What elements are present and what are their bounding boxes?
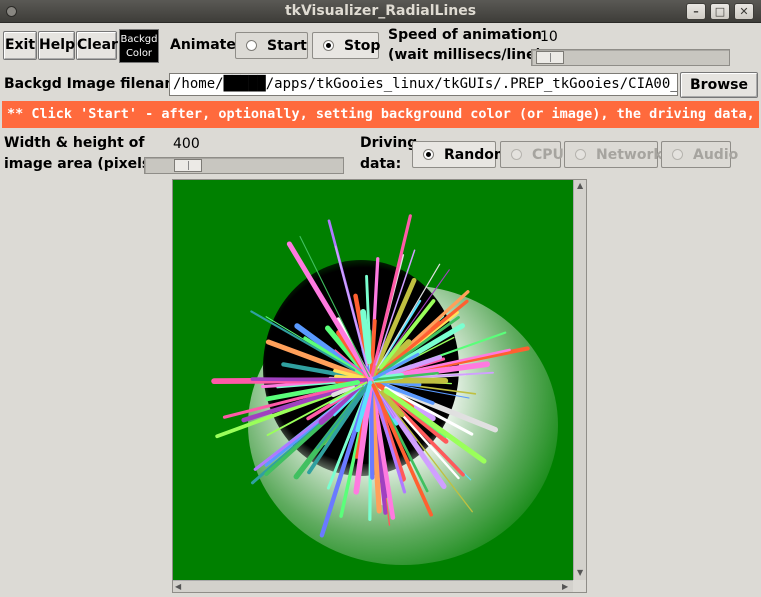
driving-random-radio[interactable]: Random bbox=[412, 141, 508, 168]
radio-unselected-icon bbox=[511, 149, 522, 160]
driving-cpu-radio[interactable]: CPU bbox=[500, 141, 564, 168]
radio-unselected-icon bbox=[575, 149, 586, 160]
bgimage-label: Backgd Image filename: bbox=[4, 76, 195, 92]
driving-cpu-label: CPU bbox=[532, 146, 564, 163]
animate-start-label: Start bbox=[267, 37, 307, 54]
minimize-icon[interactable]: – bbox=[686, 3, 706, 20]
animate-start-radio[interactable]: Start bbox=[235, 32, 308, 59]
radio-selected-icon bbox=[323, 40, 334, 51]
driving-audio-label: Audio bbox=[693, 146, 739, 163]
speed-label-line1: Speed of animation bbox=[388, 27, 542, 43]
speed-slider-thumb[interactable] bbox=[536, 51, 564, 64]
help-button[interactable]: Help bbox=[38, 31, 75, 60]
scroll-left-icon[interactable]: ◀ bbox=[175, 582, 181, 591]
driving-audio-radio[interactable]: Audio bbox=[661, 141, 738, 168]
size-slider-thumb[interactable] bbox=[174, 159, 202, 172]
speed-label-line2: (wait millisecs/line): bbox=[388, 47, 548, 63]
instruction-banner: ** Click 'Start' - after, optionally, se… bbox=[2, 101, 759, 128]
animate-stop-label: Stop bbox=[344, 37, 381, 54]
driving-label-line2: data: bbox=[360, 156, 402, 172]
size-label-line1: Width & height of bbox=[4, 135, 145, 151]
browse-button[interactable]: Browse ... bbox=[680, 72, 758, 117]
window-title: tkVisualizer_RadialLines bbox=[284, 3, 477, 19]
image-area: ▲ ▼ ◀ ▶ bbox=[172, 179, 587, 593]
bgimage-filename-input[interactable]: /home/█████/apps/tkGooies_linux/tkGUIs/.… bbox=[169, 73, 678, 96]
scroll-down-icon[interactable]: ▼ bbox=[577, 568, 583, 577]
driving-network-label: Network bbox=[596, 146, 663, 163]
vertical-scrollbar[interactable]: ▲ ▼ bbox=[573, 180, 586, 580]
radio-unselected-icon bbox=[672, 149, 683, 160]
horizontal-scrollbar[interactable]: ◀ ▶ bbox=[173, 580, 573, 592]
animate-label: Animate: bbox=[170, 37, 242, 53]
size-value: 400 bbox=[173, 136, 200, 152]
visualization-canvas[interactable] bbox=[173, 180, 573, 580]
driving-label-line1: Driving bbox=[360, 135, 418, 151]
speed-slider[interactable] bbox=[531, 49, 730, 66]
maximize-icon[interactable]: □ bbox=[710, 3, 730, 20]
animate-stop-radio[interactable]: Stop bbox=[312, 32, 381, 59]
scroll-right-icon[interactable]: ▶ bbox=[562, 582, 568, 591]
radio-selected-icon bbox=[423, 149, 434, 160]
driving-random-label: Random bbox=[444, 146, 509, 163]
title-bar: tkVisualizer_RadialLines – □ ✕ bbox=[0, 0, 761, 23]
driving-network-radio[interactable]: Network bbox=[564, 141, 663, 168]
close-icon[interactable]: ✕ bbox=[734, 3, 754, 20]
bgcolor-button[interactable]: Backgd Color bbox=[119, 29, 159, 63]
clear-button[interactable]: Clear bbox=[76, 31, 118, 60]
radio-unselected-icon bbox=[246, 40, 257, 51]
bgcolor-label-line1: Backgd bbox=[120, 34, 158, 45]
bgcolor-label-line2: Color bbox=[125, 48, 153, 59]
scroll-up-icon[interactable]: ▲ bbox=[577, 181, 583, 190]
app-window: tkVisualizer_RadialLines – □ ✕ Exit Help… bbox=[0, 0, 761, 597]
size-slider[interactable] bbox=[144, 157, 344, 174]
speed-value: 10 bbox=[540, 29, 558, 45]
exit-button[interactable]: Exit bbox=[3, 31, 37, 60]
radial-line bbox=[250, 377, 370, 382]
size-label-line2: image area (pixels): bbox=[4, 156, 163, 172]
